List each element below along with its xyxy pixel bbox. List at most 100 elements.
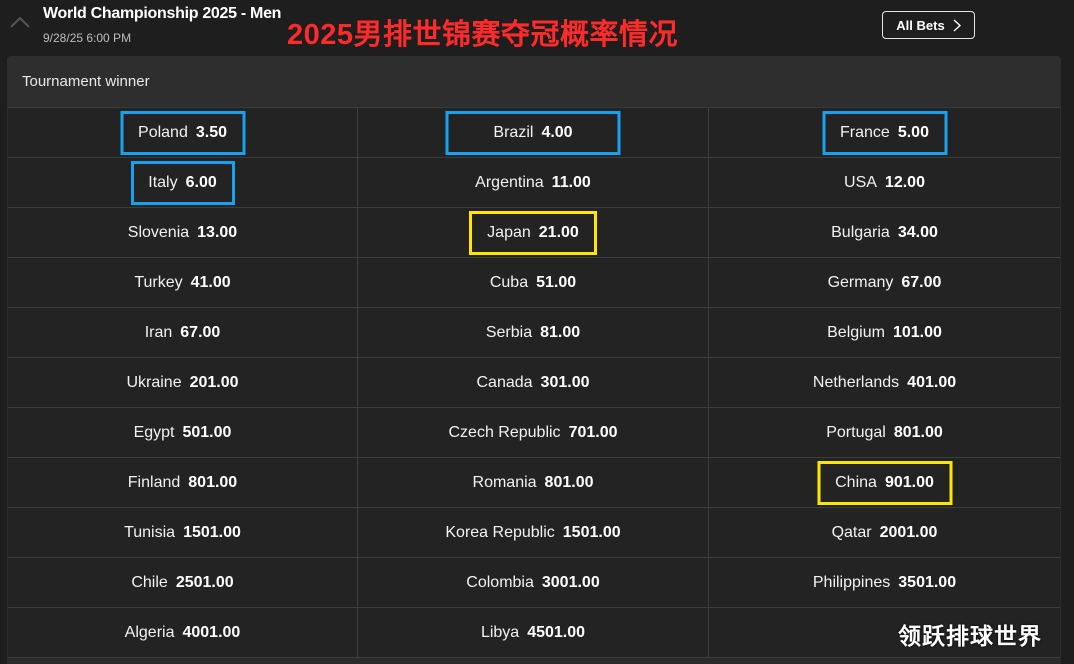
team-odds: 3501.00 (898, 573, 957, 591)
selection-cell[interactable]: Serbia 81.00 (358, 308, 709, 358)
team-odds: 801.00 (188, 473, 238, 491)
team-name: Portugal (826, 423, 886, 441)
selection-cell[interactable]: Finland 801.00 (8, 458, 358, 508)
team-odds: 2001.00 (879, 523, 938, 541)
team-odds: 67.00 (901, 273, 942, 291)
all-bets-button[interactable]: All Bets (882, 11, 975, 39)
selection-cell[interactable]: France 5.00 (709, 108, 1060, 158)
team-name: Germany (827, 273, 894, 291)
team-name: Libya (480, 623, 520, 641)
selection-cell[interactable]: Colombia 3001.00 (358, 558, 709, 608)
selection-cell[interactable]: Canada 301.00 (358, 358, 709, 408)
selection-cell[interactable]: Brazil 4.00 (358, 108, 709, 158)
selection-cell[interactable]: Libya 4501.00 (358, 608, 709, 658)
team-odds: 201.00 (189, 373, 239, 391)
team-name: Slovenia (127, 223, 190, 241)
team-odds: 67.00 (180, 323, 221, 341)
team-odds: 5.00 (897, 123, 929, 141)
team-name: Philippines (812, 573, 891, 591)
selection-cell[interactable]: Philippines 3501.00 (709, 558, 1060, 608)
team-odds: 1501.00 (183, 523, 241, 541)
team-name: USA (844, 173, 877, 191)
selection-cell[interactable]: Portugal 801.00 (709, 408, 1060, 458)
chevron-up-icon[interactable] (9, 14, 31, 30)
team-name: Finland (127, 473, 181, 491)
team-name: Belgium (827, 323, 885, 341)
selection-cell[interactable]: Ukraine 201.00 (8, 358, 358, 408)
team-odds: 13.00 (197, 223, 238, 241)
selection-cell[interactable]: Argentina 11.00 (358, 158, 709, 208)
team-name: Bulgaria (831, 223, 890, 241)
team-odds: 801.00 (893, 423, 943, 441)
team-name: Chile (131, 573, 168, 591)
selection-cell[interactable]: Korea Republic 1501.00 (358, 508, 709, 558)
team-name: Argentina (475, 173, 544, 191)
team-name: Qatar (831, 523, 872, 541)
selection-cell[interactable]: USA 12.00 (709, 158, 1060, 208)
team-odds: 501.00 (182, 423, 232, 441)
selection-cell[interactable]: Germany 67.00 (709, 258, 1060, 308)
market-title: Tournament winner (7, 56, 1061, 107)
team-odds: 901.00 (884, 473, 934, 491)
selection-cell[interactable]: Qatar 2001.00 (709, 508, 1060, 558)
market-panel: Tournament winner Poland 3.50 Brazil 4.00 Fr… (7, 56, 1061, 664)
team-name: Turkey (134, 273, 183, 291)
selection-cell[interactable]: Czech Republic 701.00 (358, 408, 709, 458)
team-name: Ukraine (126, 373, 182, 391)
team-name: Italy (148, 173, 178, 191)
selection-cell[interactable]: Bulgaria 34.00 (709, 208, 1060, 258)
selection-cell[interactable]: Turkey 41.00 (8, 258, 358, 308)
selection-cell[interactable]: Romania 801.00 (358, 458, 709, 508)
team-name: Romania (472, 473, 537, 491)
team-name: Canada (476, 373, 533, 391)
team-name: Serbia (485, 323, 533, 341)
team-odds: 801.00 (544, 473, 594, 491)
selection-cell[interactable]: Poland 3.50 (8, 108, 358, 158)
selection-cell[interactable]: Tunisia 1501.00 (8, 508, 358, 558)
team-odds: 12.00 (884, 173, 925, 191)
team-name: Cuba (489, 273, 529, 291)
team-name: Netherlands (812, 373, 900, 391)
selection-cell[interactable]: Chile 2501.00 (8, 558, 358, 608)
team-odds: 21.00 (538, 223, 579, 241)
selection-cell[interactable]: Slovenia 13.00 (8, 208, 358, 258)
selection-cell[interactable]: Egypt 501.00 (8, 408, 358, 458)
team-odds: 51.00 (536, 273, 577, 291)
team-name: Iran (144, 323, 173, 341)
team-name: Japan (487, 223, 531, 241)
team-odds: 3.50 (195, 123, 227, 141)
team-odds: 3001.00 (541, 573, 600, 591)
team-odds: 41.00 (190, 273, 231, 291)
team-odds: 6.00 (185, 173, 217, 191)
team-odds: 4.00 (541, 123, 573, 141)
selection-cell[interactable]: Japan 21.00 (358, 208, 709, 258)
team-odds: 101.00 (892, 323, 942, 341)
team-name: Egypt (133, 423, 175, 441)
team-name: France (840, 123, 890, 141)
selection-cell[interactable]: Netherlands 401.00 (709, 358, 1060, 408)
selection-cell[interactable]: China 901.00 (709, 458, 1060, 508)
team-odds: 81.00 (540, 323, 581, 341)
selection-cell[interactable]: Belgium 101.00 (709, 308, 1060, 358)
highlight-box-blue (130, 160, 235, 205)
team-odds: 4501.00 (527, 623, 586, 641)
chevron-right-icon (953, 18, 961, 32)
team-name: Tunisia (124, 523, 176, 541)
selection-cell[interactable]: Italy 6.00 (8, 158, 358, 208)
team-name: Colombia (466, 573, 534, 591)
overlay-title: 2025男排世锦赛夺冠概率情况 (287, 19, 679, 51)
team-name: Brazil (493, 123, 534, 141)
event-date: 9/28/25 6:00 PM (43, 31, 132, 45)
selection-cell[interactable]: Cuba 51.00 (358, 258, 709, 308)
team-name: Algeria (124, 623, 175, 641)
selection-cell[interactable]: Algeria 4001.00 (8, 608, 358, 658)
team-odds: 701.00 (568, 423, 618, 441)
event-title: World Championship 2025 - Men (43, 5, 282, 22)
selection-cell[interactable]: Iran 67.00 (8, 308, 358, 358)
team-odds: 1501.00 (562, 523, 621, 541)
odds-grid: Poland 3.50 Brazil 4.00 France 5.00 Italy 6.00 A… (8, 107, 1061, 658)
team-odds: 301.00 (540, 373, 590, 391)
team-name: Korea Republic (445, 523, 555, 541)
team-odds: 2501.00 (175, 573, 234, 591)
team-name: Poland (138, 123, 188, 141)
